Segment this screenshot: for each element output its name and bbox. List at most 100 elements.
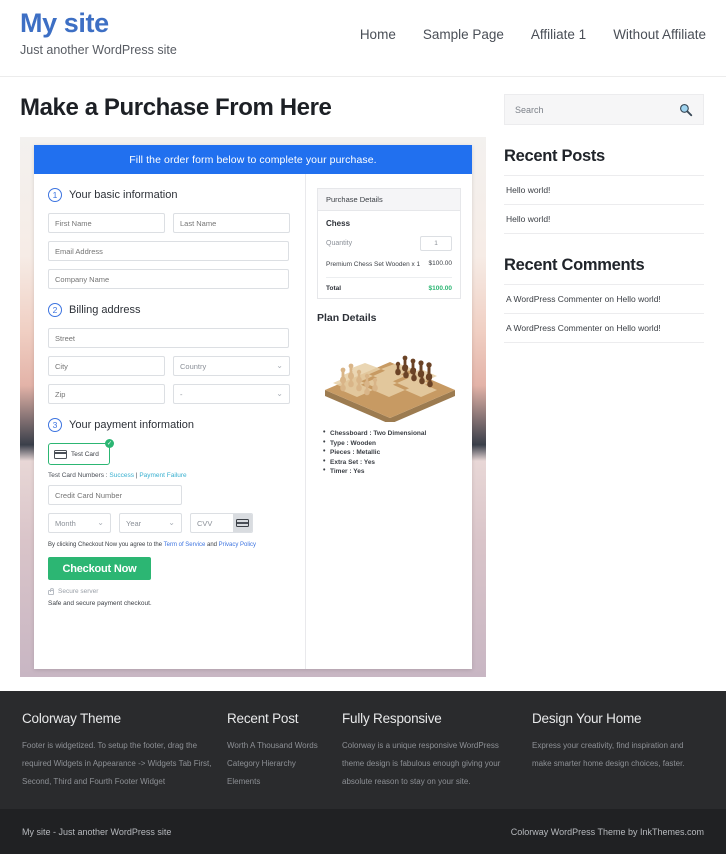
footer-theme-credit[interactable]: Colorway WordPress Theme by InkThemes.co… bbox=[511, 827, 704, 837]
test-card-label: Test Card bbox=[71, 450, 99, 458]
step-1-number: 1 bbox=[48, 188, 62, 202]
chevron-down-icon: ⌄ bbox=[168, 518, 175, 527]
name-row bbox=[48, 213, 290, 233]
list-item[interactable]: Hello world! bbox=[504, 176, 704, 205]
credit-card-number-input[interactable] bbox=[48, 485, 182, 505]
recent-posts-widget: Recent Posts Hello world! Hello world! bbox=[504, 147, 704, 234]
nav-item-home[interactable]: Home bbox=[360, 27, 396, 42]
checkout-now-button[interactable]: Checkout Now bbox=[48, 557, 151, 580]
check-badge-icon: ✓ bbox=[105, 439, 114, 448]
plan-details-heading: Plan Details bbox=[317, 312, 377, 325]
list-item[interactable]: Category Hierarchy bbox=[227, 755, 342, 773]
step-2-header: 2 Billing address bbox=[48, 303, 289, 317]
plan-feature-item: Chessboard : Two Dimensional bbox=[323, 429, 461, 437]
footer-site-credit: My site - Just another WordPress site bbox=[22, 826, 172, 837]
term-of-service-link[interactable]: Term of Service bbox=[164, 542, 206, 548]
footer-column-3: Fully Responsive Colorway is a unique re… bbox=[342, 711, 532, 791]
footer-column-4: Design Your Home Express your creativity… bbox=[532, 711, 704, 791]
order-form-card: Fill the order form below to complete yo… bbox=[34, 145, 472, 669]
zip-state-row: - ⌄ bbox=[48, 384, 290, 404]
test-card-method-button[interactable]: Test Card ✓ bbox=[48, 439, 114, 465]
purchase-item-name: Chess bbox=[326, 219, 351, 228]
email-input[interactable] bbox=[48, 241, 289, 261]
country-select[interactable]: Country ⌄ bbox=[173, 356, 290, 376]
total-value: $100.00 bbox=[428, 285, 453, 293]
list-item[interactable]: Worth A Thousand Words bbox=[227, 737, 342, 755]
quantity-input[interactable]: 1 bbox=[420, 236, 452, 251]
city-input[interactable] bbox=[48, 356, 165, 376]
recent-post-link[interactable]: Hello world! bbox=[506, 185, 550, 195]
cvv-input[interactable]: CVV bbox=[190, 513, 253, 533]
footer-column-1-text: Footer is widgetized. To setup the foote… bbox=[22, 741, 212, 786]
purchase-line-item: Premium Chess Set Wooden x 1 $100.00 bbox=[326, 260, 453, 279]
line-item-price: $100.00 bbox=[428, 260, 453, 267]
street-row bbox=[48, 328, 289, 348]
recent-posts-list: Hello world! Hello world! bbox=[504, 176, 704, 234]
plan-feature-item: Extra Set : Yes bbox=[323, 458, 461, 466]
state-select[interactable]: - ⌄ bbox=[173, 384, 290, 404]
list-item[interactable]: A WordPress Commenter on Hello world! bbox=[504, 285, 704, 314]
site-title[interactable]: My site bbox=[20, 8, 177, 39]
footer-widgets: Colorway Theme Footer is widgetized. To … bbox=[0, 691, 726, 809]
expiry-month-select[interactable]: Month ⌄ bbox=[48, 513, 111, 533]
step-1-header: 1 Your basic information bbox=[48, 188, 289, 202]
search-input[interactable] bbox=[515, 104, 679, 115]
payment-failure-link[interactable]: Payment Failure bbox=[139, 472, 186, 479]
success-link[interactable]: Success bbox=[109, 472, 134, 479]
nav-item-affiliate-1[interactable]: Affiliate 1 bbox=[531, 27, 586, 42]
footer-column-1: Colorway Theme Footer is widgetized. To … bbox=[22, 711, 227, 791]
credit-card-icon bbox=[236, 519, 249, 527]
search-widget[interactable] bbox=[504, 94, 704, 125]
secure-server-text: Secure server bbox=[58, 588, 99, 595]
privacy-policy-link[interactable]: Privacy Policy bbox=[219, 542, 256, 548]
footer-bottom-bar: My site - Just another WordPress site Co… bbox=[0, 809, 726, 854]
site-header: My site Just another WordPress site Home… bbox=[0, 0, 726, 77]
page-wrapper: Make a Purchase From Here Fill the order… bbox=[0, 77, 726, 677]
step-2-number: 2 bbox=[48, 303, 62, 317]
expiry-month-value: Month bbox=[55, 518, 76, 528]
last-name-input[interactable] bbox=[173, 213, 290, 233]
order-form-body: 1 Your basic information First Name Last… bbox=[34, 174, 472, 669]
nav-item-sample-page[interactable]: Sample Page bbox=[423, 27, 504, 42]
recent-post-link[interactable]: Hello world! bbox=[506, 214, 550, 224]
secure-server-row: Secure server bbox=[48, 588, 289, 595]
recent-comment-link[interactable]: A WordPress Commenter on Hello world! bbox=[506, 323, 661, 333]
email-row bbox=[48, 241, 289, 261]
expiry-year-select[interactable]: Year ⌄ bbox=[119, 513, 182, 533]
list-item[interactable]: A WordPress Commenter on Hello world! bbox=[504, 314, 704, 343]
plan-feature-item: Type : Wooden bbox=[323, 439, 461, 447]
quantity-row: Quantity 1 bbox=[326, 236, 452, 251]
first-name-input[interactable] bbox=[48, 213, 165, 233]
list-item[interactable]: Elements bbox=[227, 773, 342, 791]
plan-feature-list: Chessboard : Two Dimensional Type : Wood… bbox=[317, 429, 461, 475]
terms-mid: and bbox=[205, 542, 219, 548]
test-card-numbers-note: Test Card Numbers : Success | Payment Fa… bbox=[48, 472, 289, 479]
street-input[interactable] bbox=[48, 328, 289, 348]
page-title: Make a Purchase From Here bbox=[20, 94, 332, 121]
step-3-label: Your payment information bbox=[69, 419, 194, 431]
recent-comment-link[interactable]: A WordPress Commenter on Hello world! bbox=[506, 294, 661, 304]
safe-checkout-note: Safe and secure payment checkout. bbox=[48, 600, 152, 607]
order-form-banner: Fill the order form below to complete yo… bbox=[34, 145, 472, 174]
zip-input[interactable] bbox=[48, 384, 165, 404]
list-item[interactable]: Hello world! bbox=[504, 205, 704, 234]
search-icon[interactable] bbox=[679, 103, 693, 117]
footer-column-1-title: Colorway Theme bbox=[22, 711, 121, 726]
nav-item-without-affiliate[interactable]: Without Affiliate bbox=[613, 27, 706, 42]
footer-column-4-text: Express your creativity, find inspiratio… bbox=[532, 741, 685, 768]
recent-comments-widget: Recent Comments A WordPress Commenter on… bbox=[504, 256, 704, 343]
footer-column-3-title: Fully Responsive bbox=[342, 711, 442, 726]
sidebar: Recent Posts Hello world! Hello world! R… bbox=[504, 77, 704, 677]
order-form-section: Fill the order form below to complete yo… bbox=[20, 137, 486, 677]
footer-column-2-title: Recent Post bbox=[227, 711, 299, 726]
lock-icon bbox=[48, 588, 54, 595]
plan-feature-item: Pieces : Metallic bbox=[323, 448, 461, 456]
primary-navigation: Home Sample Page Affiliate 1 Without Aff… bbox=[360, 0, 706, 42]
chevron-down-icon: ⌄ bbox=[97, 518, 104, 527]
company-name-input[interactable] bbox=[48, 269, 289, 289]
terms-notice: By clicking Checkout Now you agree to th… bbox=[48, 542, 289, 548]
line-item-description: Premium Chess Set Wooden x 1 bbox=[326, 261, 421, 268]
terms-prefix: By clicking Checkout Now you agree to th… bbox=[48, 542, 164, 548]
expiry-year-value: Year bbox=[126, 518, 142, 528]
chevron-down-icon: ⌄ bbox=[276, 389, 283, 398]
